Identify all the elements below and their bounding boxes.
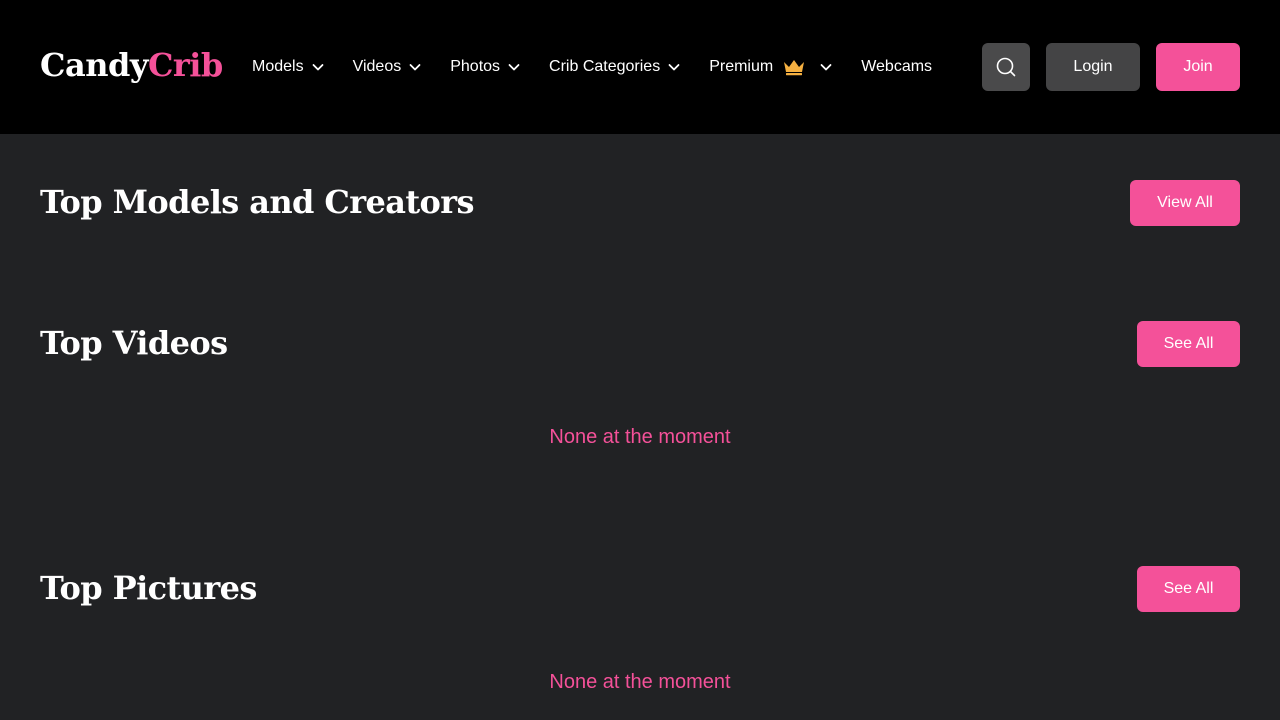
section-title-top-pictures: Top Pictures xyxy=(40,569,257,607)
join-button[interactable]: Join xyxy=(1156,43,1240,91)
site-logo[interactable]: CandyCrib xyxy=(40,44,223,86)
chevron-down-icon xyxy=(507,60,521,74)
logo-text-crib: Crib xyxy=(147,46,223,84)
nav-webcams[interactable]: Webcams xyxy=(861,58,932,76)
nav-crib-categories[interactable]: Crib Categories xyxy=(549,58,681,76)
nav-webcams-label: Webcams xyxy=(861,58,933,75)
chevron-down-icon xyxy=(667,60,681,74)
nav-models-label: Models xyxy=(252,58,304,75)
pictures-empty-message: None at the moment xyxy=(549,671,731,693)
nav-models[interactable]: Models xyxy=(252,58,325,76)
nav-premium[interactable]: Premium xyxy=(709,58,833,76)
nav-premium-label: Premium xyxy=(709,58,774,75)
logo-text-candy: Candy xyxy=(40,46,148,84)
see-all-pictures-button[interactable]: See All xyxy=(1137,566,1240,612)
nav-photos-label: Photos xyxy=(450,58,501,75)
section-title-top-models: Top Models and Creators xyxy=(40,183,475,221)
chevron-down-icon xyxy=(819,60,833,74)
login-button[interactable]: Login xyxy=(1046,43,1140,91)
chevron-down-icon xyxy=(408,60,422,74)
nav-videos[interactable]: Videos xyxy=(353,58,423,76)
search-button[interactable] xyxy=(982,43,1030,91)
nav-crib-categories-label: Crib Categories xyxy=(549,58,661,75)
see-all-videos-button[interactable]: See All xyxy=(1137,321,1240,367)
site-header: CandyCrib Models Videos Photos Crib Cate… xyxy=(0,0,1280,134)
view-all-models-button[interactable]: View All xyxy=(1130,180,1240,226)
videos-empty-message: None at the moment xyxy=(549,426,731,448)
search-icon xyxy=(995,56,1017,78)
nav-videos-label: Videos xyxy=(352,58,402,75)
chevron-down-icon xyxy=(311,60,325,74)
main-nav: Models Videos Photos Crib Categories Pre… xyxy=(252,52,932,82)
section-title-top-videos: Top Videos xyxy=(40,324,228,362)
crown-icon xyxy=(782,58,806,76)
nav-photos[interactable]: Photos xyxy=(450,58,521,76)
